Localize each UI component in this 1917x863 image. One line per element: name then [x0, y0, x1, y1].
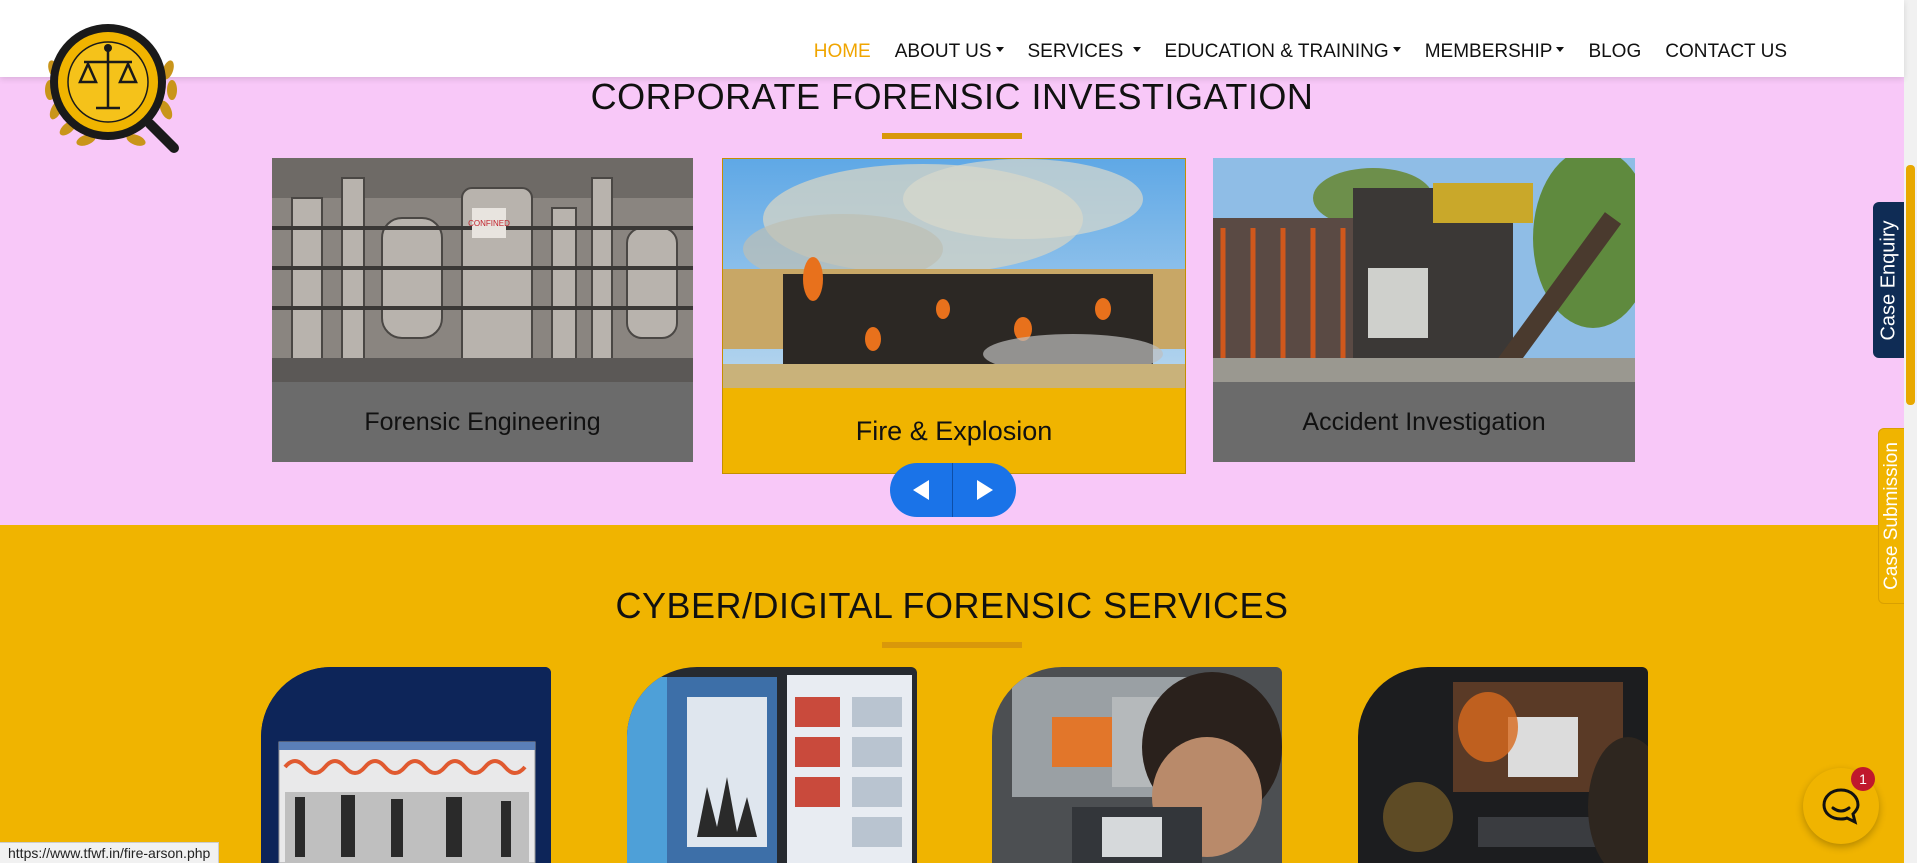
site-logo[interactable] — [36, 10, 186, 160]
nav-membership[interactable]: MEMBERSHIP — [1413, 40, 1577, 64]
nav-contact-label: CONTACT US — [1665, 41, 1787, 62]
arrow-left-icon — [913, 480, 929, 500]
corporate-title: CORPORATE FORENSIC INVESTIGATION — [590, 76, 1314, 117]
case-submission-tab[interactable]: Case Submission — [1878, 428, 1906, 604]
nav-about-label: ABOUT US — [894, 41, 992, 62]
title-underline — [882, 642, 1022, 648]
svg-text:CONFINED: CONFINED — [468, 219, 510, 228]
nav-blog[interactable]: BLOG — [1576, 40, 1653, 64]
site-header — [0, 0, 1904, 77]
service-card-audio-forensics[interactable] — [261, 667, 551, 863]
service-card-image-forensics[interactable] — [627, 667, 917, 863]
case-submission-label: Case Submission — [1881, 442, 1902, 590]
carousel-controls — [890, 463, 1017, 517]
service-card-cctv-forensics[interactable] — [1358, 667, 1648, 863]
chevron-down-icon — [995, 47, 1004, 53]
card-image — [1213, 158, 1635, 388]
nav-services[interactable]: SERVICES — [1016, 40, 1153, 64]
carousel-next-button[interactable] — [953, 463, 1016, 517]
card-forensic-engineering[interactable]: CONFINED Forensic Engineering — [272, 158, 693, 462]
card-label: Forensic Engineering — [272, 382, 693, 462]
title-underline — [882, 133, 1022, 139]
main-nav: HOME ABOUT US SERVICES EDUCATION & TRAIN… — [802, 40, 1799, 64]
card-accident-investigation[interactable]: Accident Investigation — [1213, 158, 1635, 462]
nav-education[interactable]: EDUCATION & TRAINING — [1153, 40, 1413, 64]
page-scrollbar[interactable] — [1904, 0, 1917, 863]
nav-education-label: EDUCATION & TRAINING — [1164, 41, 1389, 62]
arrow-right-icon — [976, 480, 993, 500]
nav-services-label: SERVICES — [1027, 41, 1124, 62]
service-card-video-forensics[interactable] — [992, 667, 1282, 863]
card-label: Fire & Explosion — [723, 388, 1185, 473]
chevron-down-icon — [1392, 47, 1401, 53]
chat-bubble-icon — [1822, 788, 1860, 825]
nav-membership-label: MEMBERSHIP — [1424, 41, 1553, 62]
nav-about[interactable]: ABOUT US — [883, 40, 1016, 64]
card-fire-explosion[interactable]: Fire & Explosion — [722, 158, 1186, 474]
case-enquiry-label: Case Enquiry — [1877, 219, 1900, 341]
card-image — [723, 159, 1185, 388]
card-image: CONFINED — [272, 158, 693, 382]
nav-blog-label: BLOG — [1588, 41, 1642, 62]
nav-contact[interactable]: CONTACT US — [1653, 40, 1799, 64]
cyber-title: CYBER/DIGITAL FORENSIC SERVICES — [615, 585, 1289, 626]
card-label: Accident Investigation — [1213, 382, 1635, 462]
nav-home-label: HOME — [813, 41, 871, 62]
scrollbar-thumb[interactable] — [1906, 165, 1915, 405]
case-enquiry-tab[interactable]: Case Enquiry — [1873, 202, 1905, 358]
chat-notification-badge: 1 — [1851, 767, 1875, 791]
chevron-down-icon — [1556, 47, 1565, 53]
carousel-prev-button[interactable] — [890, 463, 953, 517]
chevron-down-icon — [1132, 47, 1141, 53]
nav-home[interactable]: HOME — [802, 40, 883, 64]
status-bar-url: https://www.tfwf.in/fire-arson.php — [0, 842, 220, 863]
